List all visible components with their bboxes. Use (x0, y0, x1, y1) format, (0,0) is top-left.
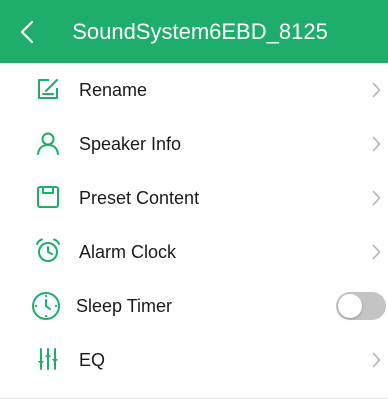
clock-icon (30, 290, 62, 322)
chevron-right-icon (370, 81, 382, 99)
menu-item-preset-content[interactable]: Preset Content (0, 171, 388, 225)
menu-item-speaker-info[interactable]: Speaker Info (0, 117, 388, 171)
settings-screen: SoundSystem6EBD_8125 Rename Speaker Info… (0, 0, 388, 403)
alarm-clock-icon (34, 237, 62, 265)
menu-item-label: Sleep Timer (76, 296, 173, 316)
menu-item-label: Rename (79, 80, 148, 100)
menu-item-alarm-clock[interactable]: Alarm Clock (0, 225, 388, 279)
person-icon (34, 129, 62, 157)
chevron-right-icon (370, 135, 382, 153)
chevron-right-icon (370, 243, 382, 261)
rename-icon (34, 75, 62, 103)
preset-icon (34, 183, 62, 211)
equalizer-icon (34, 345, 62, 373)
app-header: SoundSystem6EBD_8125 (0, 0, 388, 63)
chevron-right-icon (370, 351, 382, 369)
menu-item-label: Speaker Info (79, 134, 182, 154)
divider (0, 398, 388, 399)
menu-item-rename[interactable]: Rename (0, 63, 388, 117)
chevron-right-icon (370, 189, 382, 207)
settings-menu: Rename Speaker Info Preset Content Alarm… (0, 63, 388, 398)
menu-item-eq[interactable]: EQ (0, 333, 388, 387)
menu-item-sleep-timer: Sleep Timer (0, 279, 388, 333)
menu-item-label: EQ (79, 350, 106, 370)
page-title: SoundSystem6EBD_8125 (72, 19, 328, 44)
menu-item-label: Preset Content (79, 188, 200, 208)
menu-item-label: Alarm Clock (79, 242, 177, 262)
sleep-timer-toggle[interactable] (336, 292, 386, 320)
toggle-knob (338, 294, 362, 318)
